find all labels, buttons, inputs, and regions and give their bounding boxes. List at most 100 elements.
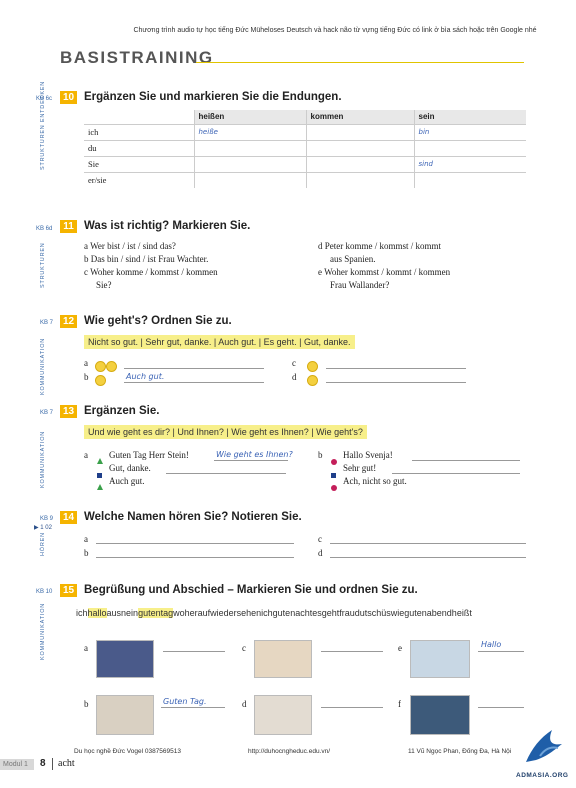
kb-ref-15: KB 10 [36,589,53,595]
answer-cell[interactable] [413,139,526,156]
dialog-a2: Gut, danke. [109,463,151,473]
choice-d-cont: aus Spanien. [330,254,376,264]
answer-line[interactable] [96,557,294,558]
pronoun-cell: ich [84,123,194,140]
choice-e[interactable]: e Woher kommst / kommt / kommen [318,266,450,278]
picture-c [254,640,312,678]
kb-ref-11: KB 6d [36,226,53,232]
table-row: er/sie [84,171,526,188]
label-f: f [398,699,401,709]
answer-cell[interactable]: bin [413,123,526,140]
table-header-empty [84,110,194,124]
label-a: a [84,534,88,544]
exercise-title-11: Was ist richtig? Markieren Sie. [84,220,251,232]
answer-line[interactable] [326,368,466,369]
answer-cell[interactable] [305,139,414,156]
word-snake-hallo[interactable]: hallo [87,608,107,618]
answer-line[interactable] [412,460,520,461]
label-c: c [292,358,296,368]
answer-line[interactable] [124,368,264,369]
answer-line[interactable] [124,382,264,383]
label-c: c [242,643,246,653]
exercise-number-10: 10 [60,91,77,104]
bird-logo-icon [526,730,562,762]
choice-d[interactable]: d Peter komme / kommst / kommt [318,240,441,252]
table-row: du [84,139,526,156]
page-number: 8 [40,758,46,769]
answer-cell[interactable] [305,155,414,172]
footer-left: Du học nghề Đức Vogel 0387569513 [74,748,181,755]
answer-cell[interactable] [413,171,526,188]
answer-cell[interactable]: heiße [193,123,306,140]
dialog-a1-answer[interactable]: Wie geht es Ihnen? [216,450,293,459]
footer-address: 11 Vũ Ngọc Phan, Đống Đa, Hà Nội [408,748,512,755]
side-tag-12: KOMMUNIKATION [40,337,46,395]
table-header-sein: sein [413,110,526,124]
sad-face-icon [307,371,318,389]
answer-cell[interactable] [193,139,306,156]
choice-b[interactable]: b Das bin / sind / ist Frau Wachter. [84,253,208,265]
answer-cell[interactable]: sind [413,155,526,172]
label-b: b [84,548,89,558]
pronoun-cell: du [84,139,194,156]
answer-cell[interactable] [305,123,414,140]
title-underline [196,62,524,63]
footer-url[interactable]: http://duhocngheduc.edu.vn/ [248,748,330,755]
answer-line[interactable] [166,473,286,474]
label-b: b [84,699,89,709]
triangle-icon [97,477,103,495]
answer-line[interactable] [392,473,520,474]
exercise-number-11: 11 [60,220,77,233]
label-a: a [84,450,88,460]
exercise-number-13: 13 [60,405,77,418]
word-snake-mid: ausnein [106,608,139,618]
dialog-b1: Hallo Svenja! [343,450,393,460]
side-tag-10: STRUKTUREN ENTDECKEN [40,80,46,170]
side-tag-13: KOMMUNIKATION [40,430,46,488]
answer-e-text[interactable]: Hallo [481,640,501,649]
page-divider [52,758,53,770]
table-header-kommen: kommen [305,110,414,124]
choice-c[interactable]: c Woher komme / kommst / kommen [84,266,218,278]
dialog-b3: Ach, nicht so gut. [343,476,407,486]
dialog-b2: Sehr gut! [343,463,377,473]
label-d: d [242,699,247,709]
answer-line[interactable] [326,382,466,383]
choice-a[interactable]: a Wer bist / ist / sind das? [84,240,176,252]
answer-line[interactable] [321,707,383,708]
page-word: acht [58,758,75,769]
audio-track[interactable]: ▶ 1 02 [34,524,52,531]
phrase-bank-12: Nicht so gut. | Sehr gut, danke. | Auch … [84,335,355,349]
answer-cell[interactable] [193,171,306,188]
side-tag-11: STRUKTUREN [40,242,46,288]
kb-ref-12: KB 7 [40,320,54,326]
dot-icon [331,478,337,496]
smiley-icon [95,371,106,389]
picture-f [410,695,470,735]
label-b: b [84,372,89,382]
label-a: a [84,358,88,368]
side-tag-15: KOMMUNIKATION [40,602,46,660]
label-d: d [318,548,323,558]
answer-b-text[interactable]: Auch gut. [126,372,164,381]
table-header-heissen: heißen [193,110,306,124]
label-d: d [292,372,297,382]
answer-line[interactable] [478,651,524,652]
answer-line[interactable] [321,651,383,652]
answer-line[interactable] [163,651,225,652]
answer-line[interactable] [96,543,294,544]
word-snake-gutentag[interactable]: gutentag [138,608,174,618]
answer-line[interactable] [330,543,526,544]
exercise-title-13: Ergänzen Sie. [84,405,160,417]
word-snake-rest: woheraufwiedersehenichgutenachtesgehtfra… [173,608,472,618]
answer-line[interactable] [478,707,524,708]
conjugation-table: heißen kommen sein ich heiße bin du Sie … [84,110,526,188]
answer-line[interactable] [214,460,288,461]
answer-cell[interactable] [193,155,306,172]
label-b: b [318,450,323,460]
answer-line[interactable] [330,557,526,558]
picture-b [96,695,154,735]
answer-cell[interactable] [305,171,414,188]
answer-line[interactable] [161,707,225,708]
answer-b-text[interactable]: Guten Tag. [163,697,207,706]
